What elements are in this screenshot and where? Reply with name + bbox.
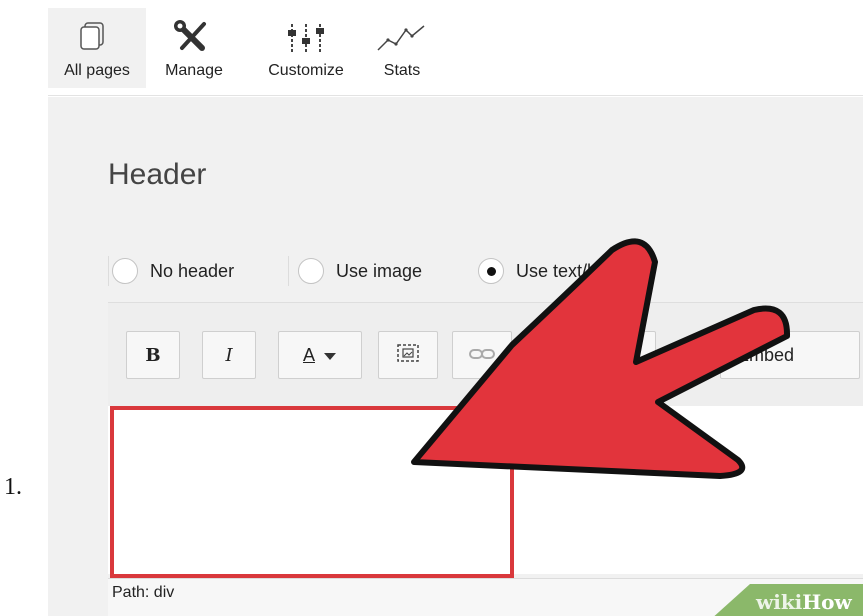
wikihow-watermark: wikiHow xyxy=(710,580,863,616)
pointer-arrow xyxy=(411,238,791,479)
wikihow-logo-part1: wiki xyxy=(756,590,803,614)
wikihow-logo-part2: How xyxy=(802,590,852,614)
